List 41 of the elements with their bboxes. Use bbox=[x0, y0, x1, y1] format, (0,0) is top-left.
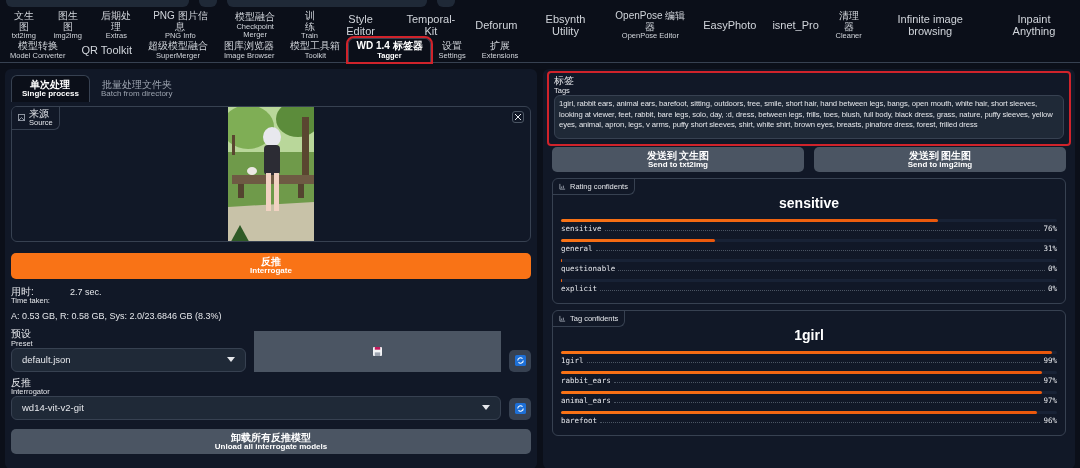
icon-button[interactable] bbox=[437, 0, 455, 7]
field-label: 反推 bbox=[11, 377, 31, 388]
source-label: 来源 bbox=[29, 108, 50, 120]
refresh-icon bbox=[514, 355, 526, 367]
memory-stats: A: 0.53 GB, R: 0.58 GB, Sys: 2.0/23.6846 GB (8.3%) bbox=[11, 311, 223, 322]
nav-tab[interactable]: Inpaint Anything bbox=[989, 13, 1078, 37]
mode-tab[interactable]: 单次处理 Single process bbox=[11, 75, 90, 102]
icon-button[interactable] bbox=[199, 0, 217, 7]
nav-tab[interactable]: Style Editor bbox=[326, 13, 395, 37]
unload-button[interactable]: 卸载所有反推模型 Unload all interrogate models bbox=[11, 428, 531, 454]
chart-icon bbox=[559, 183, 566, 191]
top-label: sensitive bbox=[778, 195, 840, 212]
caret-icon bbox=[227, 357, 235, 363]
text-field[interactable] bbox=[227, 0, 427, 7]
text-field[interactable] bbox=[6, 0, 189, 7]
time-label: 用时: bbox=[11, 286, 35, 297]
refresh-button[interactable] bbox=[509, 397, 531, 420]
tags-label: 标签 bbox=[554, 76, 575, 87]
nav-tab[interactable]: Deforum bbox=[467, 13, 526, 37]
send-button[interactable]: 发送到 文生图 Send to txt2img bbox=[552, 147, 804, 173]
save-button[interactable] bbox=[254, 330, 501, 372]
nav-tab[interactable]: Temporal-Kit bbox=[394, 13, 468, 37]
chart-icon bbox=[559, 315, 566, 323]
field-label: 预设 bbox=[11, 329, 32, 340]
refresh-button[interactable] bbox=[509, 349, 531, 372]
nav-tab[interactable]: Infinite image browsing bbox=[870, 13, 990, 37]
nav-tab[interactable]: EasyPhoto bbox=[695, 13, 765, 37]
send-button[interactable]: 发送到 图生图 Send to img2img bbox=[814, 147, 1066, 173]
nav-tab[interactable]: isnet_Pro bbox=[764, 13, 827, 37]
image-icon bbox=[18, 114, 25, 122]
dropdown[interactable]: default.json bbox=[11, 347, 246, 372]
top-label: 1girl bbox=[793, 327, 825, 344]
close-button[interactable] bbox=[512, 110, 524, 123]
caret-icon bbox=[482, 405, 490, 411]
nav-tab[interactable]: Ebsynth Utility bbox=[525, 13, 606, 37]
close-icon bbox=[515, 113, 521, 120]
floppy-icon bbox=[373, 346, 382, 356]
mode-tab[interactable]: 批量处理文件夹 Batch from directory bbox=[89, 75, 184, 102]
dropdown[interactable]: wd14-vit-v2-git bbox=[11, 395, 501, 420]
time-value: 2.7 sec. bbox=[69, 286, 102, 297]
refresh-icon bbox=[514, 403, 526, 415]
